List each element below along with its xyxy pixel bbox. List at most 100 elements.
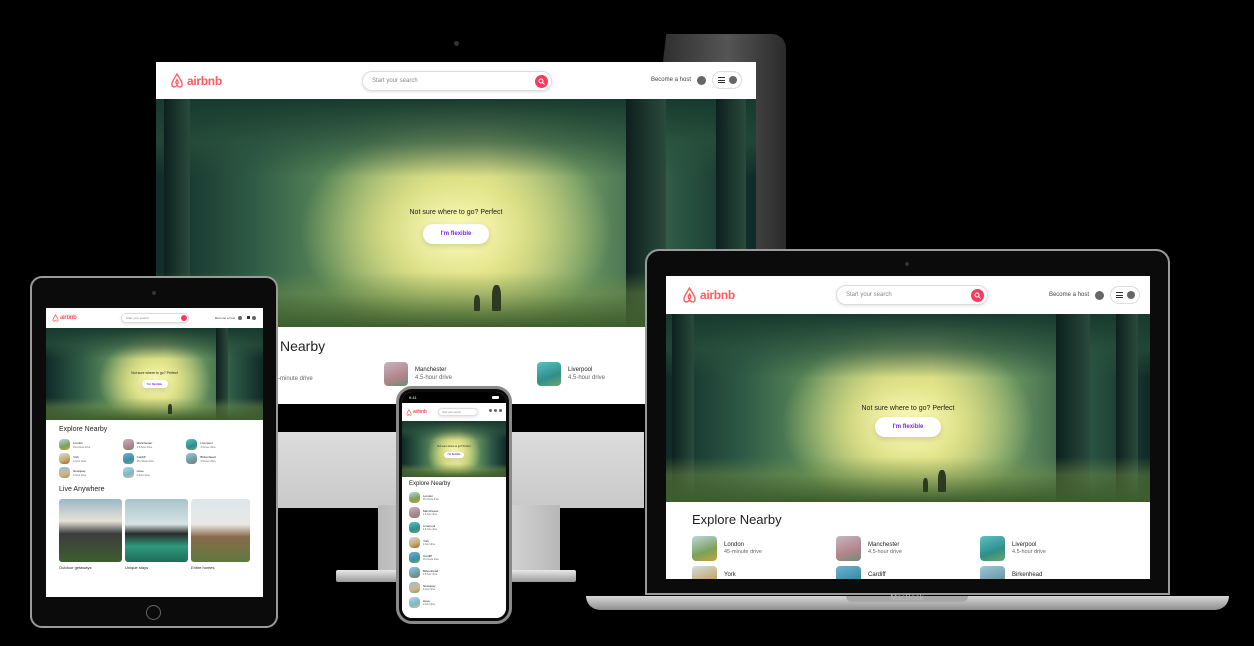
- airbnb-logo[interactable]: airbnb: [170, 73, 222, 88]
- destination-thumbnail: [836, 536, 861, 561]
- destination-time: 6-hour drive: [73, 473, 87, 477]
- destination-card[interactable]: Birkenhead4.5-hour drive: [186, 453, 250, 464]
- search-bar[interactable]: Start your search: [836, 285, 988, 305]
- live-card-label: Unique stays: [124, 565, 149, 570]
- imac-navbar: airbnb Start your search Become a host: [156, 62, 756, 99]
- macbook-camera: [905, 262, 909, 266]
- become-host-link[interactable]: Become a host: [215, 316, 235, 320]
- destination-name: Manchester: [423, 509, 439, 513]
- flexible-button[interactable]: I'm flexible: [444, 452, 464, 458]
- become-host-link[interactable]: Become a host: [651, 77, 691, 83]
- child-figure: [474, 295, 480, 311]
- airbnb-logo[interactable]: airbnb: [52, 314, 77, 322]
- destination-card[interactable]: York4-hour drive: [409, 537, 499, 548]
- destination-card[interactable]: Cardiff45-minute drive: [836, 566, 980, 579]
- destination-card[interactable]: London 45-minute drive: [692, 536, 836, 561]
- hamburger-icon: [246, 316, 250, 319]
- destination-time: 4-hour drive: [423, 544, 436, 546]
- destination-card[interactable]: London 45-minute drive: [409, 492, 499, 503]
- destination-card[interactable]: Cardiff45-minute drive: [122, 453, 187, 464]
- airbnb-logo-icon: [52, 314, 59, 322]
- card-subtitle: -minute drive: [278, 376, 313, 382]
- destination-name: Birkenhead: [423, 569, 439, 573]
- destination-time: 45-minute drive: [423, 559, 439, 561]
- destination-thumbnail: [409, 552, 420, 563]
- live-card[interactable]: Entire homes: [190, 499, 251, 570]
- user-menu-button[interactable]: [245, 314, 257, 321]
- destination-card[interactable]: Manchester 4.5-hour drive: [122, 439, 187, 450]
- globe-icon[interactable]: [238, 315, 242, 320]
- iphone-screen: 9:41 airbnb Start your search Not sure w…: [402, 392, 506, 618]
- destination-thumbnail: [836, 566, 861, 579]
- explore-section: Explore Nearby London 45-minute drive Manc…: [46, 420, 263, 597]
- live-card[interactable]: Unique stays: [124, 499, 188, 570]
- search-icon[interactable]: [535, 74, 548, 88]
- destination-card[interactable]: Newquay 6-hour drive: [409, 582, 499, 593]
- search-bar[interactable]: Start your search: [362, 71, 552, 91]
- battery-icon: [491, 396, 499, 399]
- explore-section: Explore Nearby London 45-minute drive Manc…: [402, 477, 506, 618]
- destination-thumbnail: [59, 453, 70, 464]
- search-icon[interactable]: [181, 315, 187, 321]
- destination-name: Cardiff: [423, 554, 432, 558]
- live-card-image: [59, 499, 122, 562]
- live-card[interactable]: Outdoor getaways: [59, 499, 122, 570]
- user-menu-button[interactable]: [712, 71, 742, 89]
- search-bar[interactable]: Start your search: [438, 408, 478, 416]
- user-menu-button[interactable]: [1110, 286, 1140, 304]
- destination-card[interactable]: York4-hour drive: [59, 453, 123, 464]
- destination-thumbnail: [980, 566, 1005, 579]
- flexible-button[interactable]: I'm flexible: [423, 224, 489, 244]
- destination-thumbnail: [409, 522, 420, 533]
- destination-card[interactable]: Liverpool 4.5-hour drive: [186, 439, 250, 450]
- globe-icon[interactable]: [489, 409, 492, 412]
- destination-time: 45-minute drive: [136, 459, 154, 463]
- destination-card[interactable]: Liverpool 4.5-hour drive: [409, 522, 499, 533]
- destination-card[interactable]: Cardiff45-minute drive: [409, 552, 499, 563]
- ipad-navbar: airbnb Start your search Become a host: [46, 308, 263, 328]
- globe-icon[interactable]: [1095, 290, 1104, 300]
- destination-time: 4.5-hour drive: [1012, 549, 1046, 555]
- destination-name: Manchester: [415, 367, 447, 373]
- destination-name: York: [724, 572, 736, 578]
- user-menu-icon[interactable]: [499, 409, 502, 412]
- destination-thumbnail: [409, 582, 420, 593]
- destination-time: 2-hour drive: [423, 604, 436, 606]
- destination-time: 4.5-hour drive: [415, 375, 453, 381]
- destination-card[interactable]: Manchester 4.5-hour drive: [409, 507, 499, 518]
- hero-text: Not sure where to go? Perfect: [131, 371, 178, 375]
- live-title: Live Anywhere: [59, 486, 105, 493]
- search-bar[interactable]: Start your search: [121, 313, 189, 323]
- destination-card[interactable]: Liverpool 4.5-hour drive: [980, 536, 1124, 561]
- become-host-link[interactable]: Become a host: [1049, 292, 1089, 298]
- destination-time: 4.5-hour drive: [200, 445, 216, 449]
- search-icon[interactable]: [971, 288, 984, 302]
- globe-icon[interactable]: [697, 75, 706, 85]
- destination-card[interactable]: Hove 2-hour drive: [122, 467, 187, 478]
- explore-title: Explore Nearby: [59, 426, 108, 433]
- destination-card[interactable]: Liverpool 4.5-hour drive: [537, 362, 605, 386]
- ipad-home-button[interactable]: [146, 605, 161, 620]
- search-placeholder: Start your search: [442, 410, 462, 414]
- destination-time: 4.5-hour drive: [868, 549, 902, 555]
- destination-list: London 45-minute drive Manchester 4.5-hour …: [409, 492, 499, 608]
- destination-card[interactable]: Manchester 4.5-hour drive: [836, 536, 980, 561]
- destination-card[interactable]: London 45-minute drive: [59, 439, 123, 450]
- destination-card[interactable]: Hove 2-hour drive: [409, 597, 499, 608]
- destination-card[interactable]: Manchester 4.5-hour drive: [384, 362, 452, 386]
- destination-card[interactable]: Birkenhead4.5-hour drive: [409, 567, 499, 578]
- airbnb-logo-icon: [406, 408, 412, 416]
- airbnb-logo[interactable]: airbnb: [406, 408, 427, 416]
- flexible-button[interactable]: I'm flexible: [141, 380, 168, 388]
- destination-card[interactable]: Birkenhead4.5-hour drive: [980, 566, 1124, 579]
- destination-time: 4.5-hour drive: [423, 514, 438, 516]
- avatar-icon[interactable]: [494, 409, 497, 412]
- flexible-button[interactable]: I'm flexible: [875, 417, 941, 437]
- airbnb-logo[interactable]: airbnb: [682, 287, 735, 303]
- destination-card[interactable]: Newquay 6-hour drive: [59, 467, 123, 478]
- destination-thumbnail: [537, 362, 561, 386]
- avatar-icon: [1126, 291, 1135, 299]
- destination-card[interactable]: York4-hour drive: [692, 566, 836, 579]
- destination-name: London: [724, 542, 745, 548]
- explore-title: Nearby: [280, 338, 326, 354]
